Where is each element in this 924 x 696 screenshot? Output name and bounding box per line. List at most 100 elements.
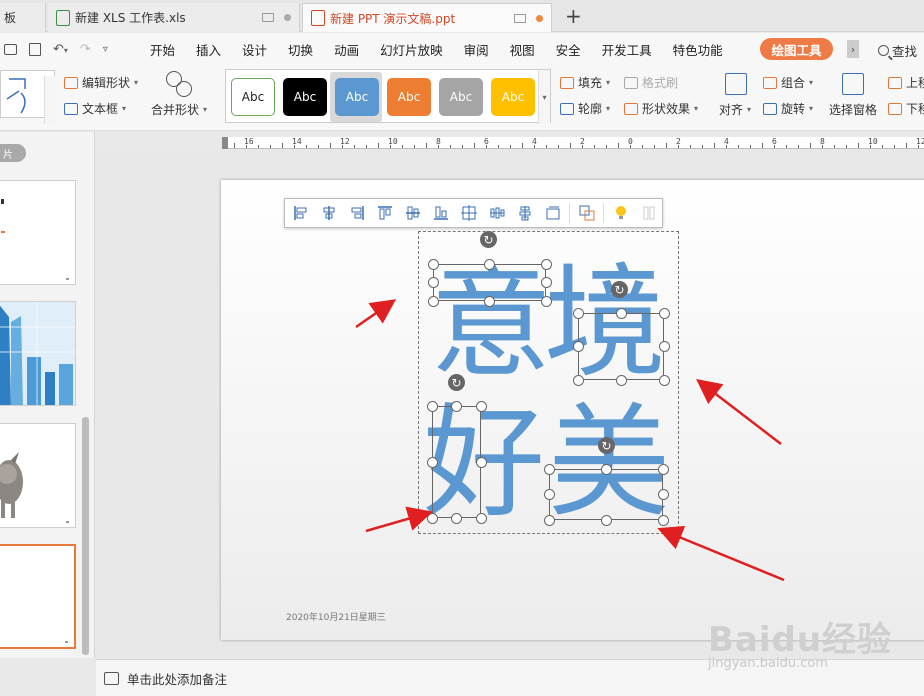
resize-handle[interactable] xyxy=(475,400,487,412)
resize-handle[interactable] xyxy=(658,307,670,319)
resize-handle[interactable] xyxy=(543,514,555,526)
slide-thumb-1[interactable] xyxy=(0,180,76,285)
resize-handle[interactable] xyxy=(484,295,495,307)
customize-qa-icon[interactable]: ▿ xyxy=(103,44,108,55)
rotate-handle-icon[interactable]: ↻ xyxy=(480,231,497,248)
align-top-icon[interactable] xyxy=(373,202,396,224)
distribute-vertical-icon[interactable] xyxy=(513,202,536,224)
style-chip-black[interactable]: Abc xyxy=(283,78,327,116)
tab-xls[interactable]: 新建 XLS 工作表.xls xyxy=(48,3,300,32)
menu-slideshow[interactable]: 幻灯片放映 xyxy=(380,40,443,59)
menu-drawing-tools[interactable]: 绘图工具 xyxy=(760,38,833,60)
style-chip-orange[interactable]: Abc xyxy=(387,78,431,116)
tab-dot-icon[interactable] xyxy=(284,14,291,21)
resize-handle[interactable] xyxy=(475,456,487,468)
menu-more-chevron-icon[interactable]: › xyxy=(847,40,859,58)
rotate-button[interactable]: 旋转 ▾ xyxy=(763,100,813,117)
group-objects-icon[interactable] xyxy=(575,202,598,224)
resize-handle[interactable] xyxy=(426,456,438,468)
resize-handle[interactable] xyxy=(426,400,438,412)
menu-features[interactable]: 特色功能 xyxy=(673,40,723,59)
menu-home[interactable]: 开始 xyxy=(150,40,175,59)
style-chip-grey[interactable]: Abc xyxy=(439,78,483,116)
distribute-center-icon[interactable] xyxy=(457,202,480,224)
menu-security[interactable]: 安全 xyxy=(556,40,581,59)
send-backward-button[interactable]: 下移 xyxy=(888,100,924,117)
shape-gallery-scroll[interactable] xyxy=(44,76,56,124)
resize-handle[interactable] xyxy=(600,514,612,526)
undo-icon[interactable]: ↶▾ xyxy=(53,42,68,57)
resize-handle[interactable] xyxy=(572,341,584,352)
print-icon[interactable] xyxy=(4,43,17,55)
resize-handle[interactable] xyxy=(658,374,670,386)
resize-handle[interactable] xyxy=(540,277,552,288)
rotate-handle-icon[interactable]: ↻ xyxy=(611,281,628,298)
align-icon[interactable] xyxy=(725,73,747,95)
style-chip-white[interactable]: Abc xyxy=(231,78,275,116)
merge-shape-button[interactable]: 合并形状 ▾ xyxy=(151,101,207,118)
resize-handle[interactable] xyxy=(657,463,669,475)
style-chip-blue[interactable]: Abc xyxy=(335,78,379,116)
resize-handle[interactable] xyxy=(615,374,627,386)
resize-handle[interactable] xyxy=(475,512,487,524)
style-gallery-scroll[interactable]: ▾ xyxy=(538,70,550,124)
lightbulb-icon[interactable] xyxy=(609,202,632,224)
resize-handle[interactable] xyxy=(540,295,552,307)
resize-handle[interactable] xyxy=(658,341,670,352)
selection-pane-button[interactable]: 选择窗格 xyxy=(829,101,877,118)
distribute-horizontal-icon[interactable] xyxy=(485,202,508,224)
menu-design[interactable]: 设计 xyxy=(242,40,267,59)
tab-ppt[interactable]: 新建 PPT 演示文稿.ppt xyxy=(302,3,552,32)
edit-shape-button[interactable]: 编辑形状 ▾ xyxy=(64,74,138,91)
shape-effect-button[interactable]: 形状效果 ▾ xyxy=(624,100,698,117)
format-brush-button[interactable]: 格式刷 xyxy=(624,74,678,91)
fill-button[interactable]: 填充 ▾ xyxy=(560,74,610,91)
resize-handle[interactable] xyxy=(543,463,555,475)
resize-handle[interactable] xyxy=(540,258,552,270)
resize-handle[interactable] xyxy=(543,489,555,500)
text-box-button[interactable]: 文本框 ▾ xyxy=(64,100,126,117)
slide-thumb-4[interactable] xyxy=(0,544,76,649)
resize-handle[interactable] xyxy=(427,277,439,288)
slides-badge[interactable]: 片 xyxy=(0,144,26,162)
resize-handle[interactable] xyxy=(427,258,439,270)
redo-icon[interactable]: ↷ xyxy=(80,42,91,57)
merge-shape-icon[interactable] xyxy=(166,71,194,99)
resize-handle[interactable] xyxy=(426,512,438,524)
menu-insert[interactable]: 插入 xyxy=(196,40,221,59)
rotate-handle-icon[interactable]: ↻ xyxy=(598,437,615,454)
print-preview-icon[interactable] xyxy=(29,42,41,56)
align-left-icon[interactable] xyxy=(289,202,312,224)
align-middle-icon[interactable] xyxy=(401,202,424,224)
menu-search[interactable]: 查找 xyxy=(878,41,917,60)
align-button[interactable]: 对齐 ▾ xyxy=(719,101,751,118)
style-chip-yellow[interactable]: Abc xyxy=(491,78,535,116)
bring-forward-button[interactable]: 上移 xyxy=(888,74,924,91)
selection-pane-icon[interactable] xyxy=(842,73,864,95)
resize-handle[interactable] xyxy=(600,463,612,475)
slide-date[interactable]: 2020年10月21日星期三 xyxy=(286,610,386,623)
resize-handle[interactable] xyxy=(451,400,462,412)
align-bottom-icon[interactable] xyxy=(429,202,452,224)
resize-handle[interactable] xyxy=(657,489,669,500)
resize-handle[interactable] xyxy=(572,307,584,319)
resize-handle[interactable] xyxy=(657,514,669,526)
disabled-tool-icon[interactable] xyxy=(637,202,660,224)
resize-handle[interactable] xyxy=(572,374,584,386)
menu-view[interactable]: 视图 xyxy=(510,40,535,59)
shape-gallery[interactable] xyxy=(0,70,56,124)
group-button[interactable]: 组合 ▾ xyxy=(763,74,813,91)
new-tab-plus-icon[interactable]: + xyxy=(565,4,582,28)
align-to-slide-icon[interactable] xyxy=(541,202,564,224)
slide-thumb-2[interactable] xyxy=(0,301,76,406)
rotate-handle-icon[interactable]: ↻ xyxy=(448,374,465,391)
menu-transition[interactable]: 切换 xyxy=(288,40,313,59)
resize-handle[interactable] xyxy=(427,295,439,307)
align-right-icon[interactable] xyxy=(345,202,368,224)
align-center-icon[interactable] xyxy=(317,202,340,224)
resize-handle[interactable] xyxy=(615,307,627,319)
device-icon[interactable] xyxy=(262,13,274,22)
outline-button[interactable]: 轮廓 ▾ xyxy=(560,100,610,117)
resize-handle[interactable] xyxy=(451,512,462,524)
horizontal-ruler[interactable]: 16 14 12 10 8 6 4 2 0 2 4 6 8 10 12 xyxy=(222,137,924,149)
